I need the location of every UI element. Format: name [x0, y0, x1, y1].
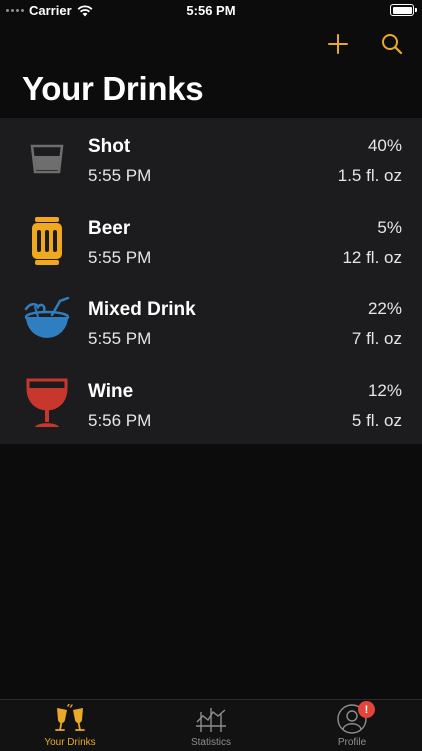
drink-time: 5:56 PM	[88, 410, 152, 430]
add-drink-button[interactable]	[324, 30, 352, 58]
notification-badge: !	[358, 701, 375, 718]
tab-statistics[interactable]: Statistics	[141, 700, 281, 751]
drink-list: Shot 5:55 PM 40% 1.5 fl. oz Beer 5:55 PM…	[0, 118, 422, 444]
coconut-drink-icon	[22, 295, 72, 349]
drink-time: 5:55 PM	[88, 166, 152, 185]
search-button[interactable]	[378, 30, 406, 58]
drink-volume: 5 fl. oz	[351, 410, 402, 430]
beer-can-icon	[22, 214, 72, 268]
tab-your-drinks[interactable]: Your Drinks	[0, 700, 140, 751]
drink-row-shot[interactable]: Shot 5:55 PM 40% 1.5 fl. oz	[0, 118, 422, 200]
drink-volume: 1.5 fl. oz	[337, 166, 402, 185]
drink-abv: 40%	[367, 136, 402, 155]
search-icon	[382, 34, 403, 55]
status-time: 5:56 PM	[186, 3, 236, 18]
plus-icon	[328, 34, 348, 54]
drink-abv: 5%	[377, 217, 402, 237]
drink-time: 5:55 PM	[88, 247, 152, 267]
status-right	[390, 4, 417, 16]
battery-icon	[390, 4, 417, 16]
tab-bar: Your Drinks Statistics ! Profile	[0, 699, 422, 751]
drink-row-wine[interactable]: Wine 5:56 PM 12% 5 fl. oz	[0, 363, 422, 445]
profile-icon: !	[335, 701, 375, 734]
drink-name: Mixed Drink	[88, 299, 196, 320]
drink-volume: 12 fl. oz	[342, 247, 402, 267]
drink-row-beer[interactable]: Beer 5:55 PM 5% 12 fl. oz	[0, 200, 422, 282]
shot-glass-icon	[22, 132, 72, 186]
nav-actions	[324, 30, 406, 58]
page-title: Your Drinks	[22, 70, 204, 107]
tab-label: Your Drinks	[44, 737, 96, 748]
drink-abv: 22%	[367, 299, 402, 318]
tab-profile[interactable]: ! Profile	[282, 700, 422, 751]
wine-glass-icon	[22, 377, 72, 431]
status-bar: Carrier 5:56 PM	[0, 0, 422, 22]
drink-name: Shot	[88, 136, 131, 157]
tab-label: Profile	[337, 737, 367, 748]
drink-abv: 12%	[367, 380, 402, 400]
drink-name: Beer	[88, 217, 131, 239]
drink-volume: 7 fl. oz	[351, 329, 402, 348]
cheers-icon	[53, 704, 87, 734]
tab-label: Statistics	[190, 737, 231, 748]
drink-name: Wine	[88, 380, 134, 402]
drink-row-mixed-drink[interactable]: Mixed Drink 5:55 PM 22% 7 fl. oz	[0, 281, 422, 363]
chart-icon	[194, 704, 228, 734]
drink-time: 5:55 PM	[88, 329, 152, 348]
